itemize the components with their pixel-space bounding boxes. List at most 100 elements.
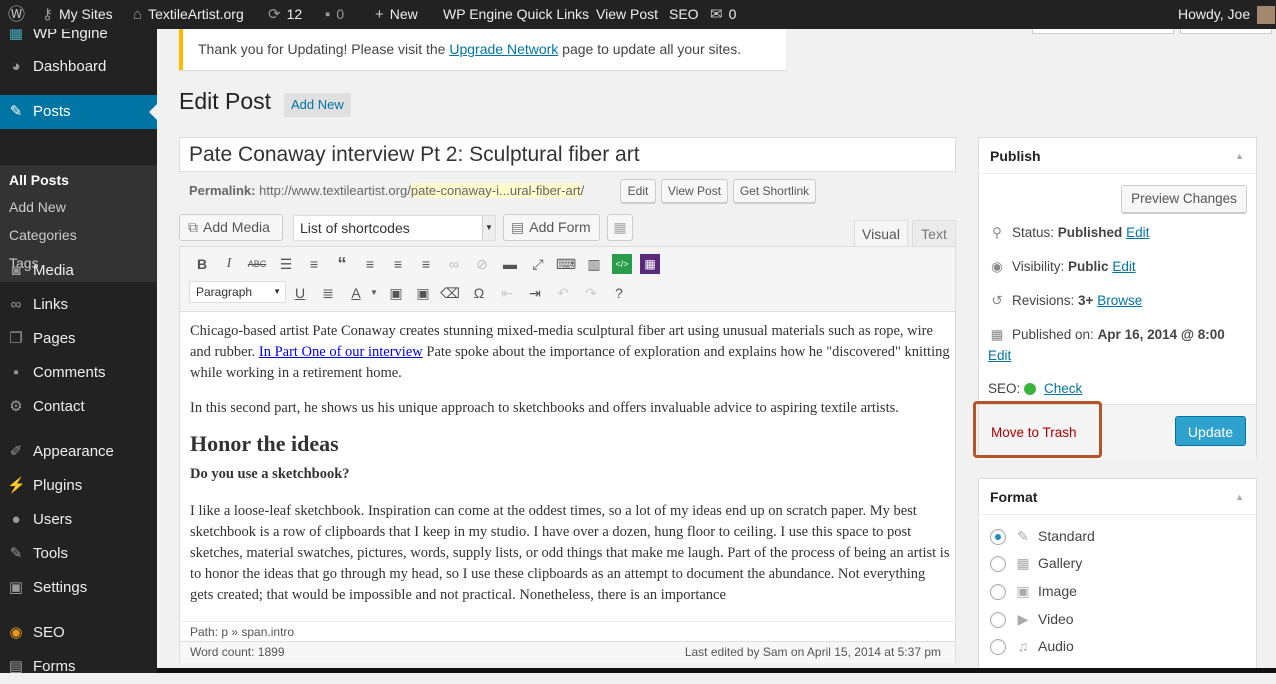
comments-menu[interactable]: ▪ 0 — [325, 0, 344, 29]
more-tag-icon[interactable]: ▬ — [500, 254, 520, 274]
sidebar-item-plugins[interactable]: ⚡ Plugins — [0, 469, 157, 503]
sidebar-item-contact[interactable]: ⚙ Contact — [0, 390, 157, 424]
wp-engine-links-menu[interactable]: WP Engine Quick Links — [443, 0, 589, 29]
tab-visual[interactable]: Visual — [854, 220, 908, 246]
code-icon[interactable]: </> — [612, 254, 632, 274]
seo-menu[interactable]: SEO — [669, 0, 699, 29]
sidebar-item-pages[interactable]: ❐ Pages — [0, 322, 157, 356]
view-post-link[interactable]: View Post — [596, 0, 658, 29]
post-title-input[interactable]: Pate Conaway interview Pt 2: Sculptural … — [179, 137, 956, 172]
get-shortlink-button[interactable]: Get Shortlink — [733, 179, 816, 203]
radio-audio[interactable] — [990, 639, 1006, 656]
indent-icon[interactable]: ⇥ — [525, 283, 545, 303]
paste-text-icon[interactable]: ▣ — [386, 283, 406, 303]
sidebar-item-users[interactable]: ● Users — [0, 503, 157, 537]
submenu-add-new[interactable]: Add New — [9, 194, 66, 220]
publish-box-header[interactable]: Publish ▲ — [979, 138, 1256, 174]
underline-icon[interactable]: U — [290, 283, 310, 303]
screen-options-tab[interactable] — [1032, 29, 1174, 34]
format-box-header[interactable]: Format ▲ — [979, 479, 1256, 515]
grid-icon[interactable]: ▦ — [640, 254, 660, 274]
radio-gallery[interactable] — [990, 556, 1006, 573]
outdent-icon[interactable]: ⇤ — [497, 283, 517, 303]
italic-icon[interactable]: I — [219, 254, 239, 274]
tab-text[interactable]: Text — [912, 220, 956, 246]
sidebar-item-forms[interactable]: ▤ Forms — [0, 650, 157, 684]
fullscreen-icon[interactable]: ⤢ — [528, 254, 548, 274]
submenu-categories[interactable]: Categories — [9, 222, 77, 248]
add-new-button[interactable]: Add New — [284, 93, 351, 117]
sidebar-item-links[interactable]: ∞ Links — [0, 288, 157, 322]
link-icon[interactable]: ∞ — [444, 254, 464, 274]
unlink-icon[interactable]: ⊘ — [472, 254, 492, 274]
seo-check-link[interactable]: Check — [1044, 381, 1082, 396]
mail-menu[interactable]: ✉ 0 — [710, 0, 736, 29]
special-character-icon[interactable]: Ω — [469, 283, 489, 303]
view-post-button[interactable]: View Post — [661, 179, 728, 203]
sidebar-item-posts[interactable]: ✎ Posts — [0, 95, 157, 129]
paste-word-icon[interactable]: ▣ — [413, 283, 433, 303]
admin-bar: Ⓦ ⚷ My Sites ⌂ TextileArtist.org ⟳ 12 ▪ 0 + N… — [0, 0, 1276, 29]
columns-icon[interactable]: ▥ — [584, 254, 604, 274]
help-tab[interactable] — [1180, 29, 1272, 34]
align-right-icon[interactable]: ≡ — [416, 254, 436, 274]
undo-icon[interactable]: ↶ — [553, 283, 573, 303]
bullet-list-icon[interactable]: ☰ — [276, 254, 296, 274]
submenu-all-posts[interactable]: All Posts — [9, 167, 69, 193]
update-button[interactable]: Update — [1175, 416, 1246, 446]
visibility-edit-link[interactable]: Edit — [1112, 259, 1135, 274]
pin-icon: ⚲ — [992, 225, 1002, 240]
upgrade-network-link[interactable]: Upgrade Network — [449, 41, 558, 57]
align-left-icon[interactable]: ≡ — [360, 254, 380, 274]
format-option-audio[interactable]: ♫ Audio — [990, 636, 1074, 656]
numbered-list-icon[interactable]: ≡ — [304, 254, 324, 274]
sidebar-item-dashboard[interactable]: ◕ Dashboard — [0, 50, 157, 84]
add-media-button[interactable]: ⧉ Add Media — [179, 214, 283, 241]
collapse-arrow-icon[interactable]: ▲ — [1235, 138, 1244, 174]
format-option-gallery[interactable]: ▦ Gallery — [990, 553, 1082, 573]
format-option-video[interactable]: ▶ Video — [990, 609, 1074, 629]
sidebar-item-media[interactable]: ◙ Media — [0, 254, 157, 288]
table-icon[interactable]: ▦ — [607, 214, 633, 241]
redo-icon[interactable]: ↷ — [581, 283, 601, 303]
format-option-standard[interactable]: ✎ Standard — [990, 526, 1095, 546]
blockquote-icon[interactable]: “ — [332, 254, 352, 274]
bold-icon[interactable]: B — [192, 254, 212, 274]
strikethrough-icon[interactable]: ABC — [247, 254, 267, 274]
status-edit-link[interactable]: Edit — [1126, 225, 1149, 240]
editor-content[interactable]: Chicago-based artist Pate Conaway create… — [190, 321, 950, 621]
shortcodes-select[interactable]: List of shortcodes ▼ — [293, 215, 496, 241]
chevron-down-icon[interactable]: ▼ — [364, 283, 384, 303]
wordpress-logo-icon[interactable]: Ⓦ — [8, 0, 31, 29]
part-one-link[interactable]: In Part One of our interview — [259, 344, 423, 360]
new-content-menu[interactable]: + New — [375, 0, 418, 29]
preview-changes-button[interactable]: Preview Changes — [1121, 185, 1247, 213]
align-center-icon[interactable]: ≡ — [388, 254, 408, 274]
sidebar-item-appearance[interactable]: ✐ Appearance — [0, 435, 157, 469]
radio-standard[interactable] — [990, 529, 1006, 546]
my-sites-menu[interactable]: ⚷ My Sites — [42, 0, 113, 29]
sidebar-item-tools[interactable]: ✎ Tools — [0, 537, 157, 571]
published-date-edit-link[interactable]: Edit — [988, 348, 1011, 363]
text-color-icon[interactable]: A — [346, 283, 366, 303]
format-select[interactable]: Paragraph ▼ — [189, 281, 286, 303]
updates-menu[interactable]: ⟳ 12 — [268, 0, 302, 29]
keyboard-icon[interactable]: ⌨ — [556, 254, 576, 274]
account-menu[interactable]: Howdy, Joe — [1178, 0, 1276, 29]
sidebar-item-settings[interactable]: ▣ Settings — [0, 571, 157, 605]
seo-icon: ◉ — [9, 624, 23, 641]
format-option-image[interactable]: ▣ Image — [990, 581, 1077, 601]
collapse-arrow-icon[interactable]: ▲ — [1235, 479, 1244, 515]
sidebar-item-comments[interactable]: ▪ Comments — [0, 356, 157, 390]
permalink-slug[interactable]: pate-conaway-i...ural-fiber-art — [410, 183, 581, 198]
radio-video[interactable] — [990, 612, 1006, 629]
permalink-edit-button[interactable]: Edit — [620, 179, 656, 203]
justify-icon[interactable]: ≣ — [318, 283, 338, 303]
site-name-menu[interactable]: ⌂ TextileArtist.org — [133, 0, 244, 29]
sidebar-item-seo[interactable]: ◉ SEO — [0, 616, 157, 650]
radio-image[interactable] — [990, 584, 1006, 601]
add-form-button[interactable]: ▤ Add Form — [503, 214, 600, 241]
help-icon[interactable]: ? — [609, 283, 629, 303]
clear-formatting-icon[interactable]: ⌫ — [440, 283, 460, 303]
revisions-browse-link[interactable]: Browse — [1097, 293, 1142, 308]
